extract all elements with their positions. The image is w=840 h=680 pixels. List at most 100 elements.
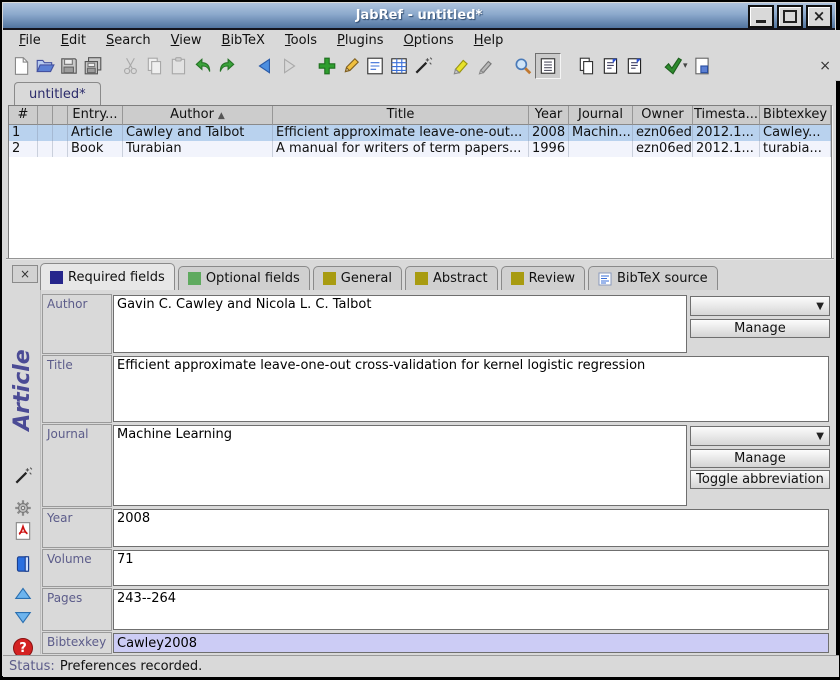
menu-help[interactable]: Help xyxy=(464,32,514,49)
col-header-author[interactable]: Author▲ xyxy=(123,106,273,125)
cell-bibtexkey: Cawley... xyxy=(760,125,831,141)
cell-year: 1996 xyxy=(529,141,569,157)
sidepane-close-icon[interactable]: × xyxy=(819,59,831,73)
col-header-flag1[interactable] xyxy=(38,106,53,125)
paste-icon[interactable] xyxy=(167,54,191,78)
close-button[interactable]: × xyxy=(806,5,832,28)
author-field[interactable]: Gavin C. Cawley and Nicola L. C. Talbot xyxy=(113,295,687,353)
unmark-entries-icon[interactable] xyxy=(473,54,497,78)
save-database-icon[interactable] xyxy=(57,54,81,78)
tab-abstract[interactable]: Abstract xyxy=(405,266,498,290)
mark-entries-icon[interactable] xyxy=(449,54,473,78)
menu-view[interactable]: View xyxy=(161,32,212,49)
col-header-year[interactable]: Year xyxy=(529,106,569,125)
col-header-title[interactable]: Title xyxy=(273,106,529,125)
external-file-icon[interactable] xyxy=(13,554,33,574)
menu-bibtex[interactable]: BibTeX xyxy=(212,32,275,49)
gear-icon[interactable] xyxy=(13,498,33,518)
undo-icon[interactable] xyxy=(191,54,215,78)
toggle-search-panel-icon[interactable] xyxy=(535,53,561,79)
table-row[interactable]: 1 Article Cawley and Talbot Efficient ap… xyxy=(9,125,831,141)
import-into-new-database-icon[interactable] xyxy=(599,54,623,78)
title-field[interactable]: Efficient approximate leave-one-out cros… xyxy=(113,356,829,422)
edit-entry-icon[interactable] xyxy=(339,54,363,78)
menu-bar: File Edit Search View BibTeX Tools Plugi… xyxy=(3,30,840,51)
new-database-icon[interactable] xyxy=(9,54,33,78)
col-header-journal[interactable]: Journal xyxy=(569,106,633,125)
col-header-timestamp[interactable]: Timesta... xyxy=(693,106,760,125)
minimize-icon xyxy=(756,20,766,23)
push-to-application-dropdown-icon[interactable]: ▾ xyxy=(683,61,688,71)
col-header-flag2[interactable] xyxy=(53,106,68,125)
pdf-viewer-icon[interactable] xyxy=(13,521,33,541)
author-word-combo[interactable]: ▼ xyxy=(690,296,830,316)
import-into-current-database-icon[interactable] xyxy=(623,54,647,78)
volume-field[interactable]: 71 xyxy=(113,550,829,586)
author-label: Author xyxy=(42,294,112,354)
window-frame: JabRef - untitled* × File Edit Search Vi… xyxy=(2,2,836,676)
cleanup-wand-icon[interactable] xyxy=(13,466,33,486)
cell-timestamp: 2012.1... xyxy=(693,141,760,157)
journal-label: Journal xyxy=(42,424,112,507)
table-row[interactable]: 2 Book Turabian A manual for writers of … xyxy=(9,141,831,157)
new-entry-icon[interactable] xyxy=(315,54,339,78)
save-all-databases-icon[interactable] xyxy=(81,54,105,78)
entry-table-header: # Entry... Author▲ Title Year Journal Ow… xyxy=(9,106,831,125)
menu-options[interactable]: Options xyxy=(394,32,464,49)
tab-label: Optional fields xyxy=(206,271,300,286)
pages-field[interactable]: 243--264 xyxy=(113,589,829,630)
editor-close-button[interactable]: × xyxy=(12,265,38,283)
titlebar[interactable]: JabRef - untitled* × xyxy=(3,3,835,30)
entry-table: # Entry... Author▲ Title Year Journal Ow… xyxy=(8,105,832,259)
forward-icon[interactable] xyxy=(277,54,301,78)
duplicate-entry-icon[interactable] xyxy=(575,54,599,78)
copy-icon[interactable] xyxy=(143,54,167,78)
database-tab-untitled[interactable]: untitled* xyxy=(14,82,101,105)
cell-entrytype: Book xyxy=(68,141,123,157)
col-header-bibtexkey[interactable]: Bibtexkey xyxy=(760,106,831,125)
editor-left-strip: Article ? xyxy=(6,290,41,654)
edit-preamble-icon[interactable] xyxy=(387,54,411,78)
year-field[interactable]: 2008 xyxy=(113,509,829,547)
col-header-entrytype[interactable]: Entry... xyxy=(68,106,123,125)
col-header-num[interactable]: # xyxy=(9,106,38,125)
menu-file[interactable]: File xyxy=(9,32,51,49)
bibtexkey-field[interactable] xyxy=(113,633,829,653)
cell-entrytype: Article xyxy=(68,125,123,141)
next-entry-icon[interactable] xyxy=(13,607,33,627)
col-header-owner[interactable]: Owner xyxy=(633,106,693,125)
menu-tools[interactable]: Tools xyxy=(275,32,327,49)
redo-icon[interactable] xyxy=(215,54,239,78)
toggle-abbreviation-button[interactable]: Toggle abbreviation xyxy=(690,470,830,489)
entry-editor: × Required fields Optional fields Genera… xyxy=(6,258,834,656)
review-tab-icon xyxy=(511,272,524,285)
back-icon[interactable] xyxy=(253,54,277,78)
journal-field[interactable]: Machine Learning xyxy=(113,425,687,506)
author-manage-button[interactable]: Manage xyxy=(690,319,830,338)
menu-edit[interactable]: Edit xyxy=(51,32,96,49)
cut-icon[interactable] xyxy=(119,54,143,78)
menu-plugins[interactable]: Plugins xyxy=(327,32,394,49)
write-xmp-icon[interactable] xyxy=(690,54,714,78)
tab-optional-fields[interactable]: Optional fields xyxy=(178,266,310,290)
push-to-application-icon[interactable] xyxy=(661,54,685,78)
journal-word-combo[interactable]: ▼ xyxy=(690,426,830,446)
author-header-label: Author xyxy=(170,107,214,122)
edit-strings-icon[interactable] xyxy=(363,54,387,78)
journal-manage-button[interactable]: Manage xyxy=(690,449,830,468)
tab-general[interactable]: General xyxy=(313,266,402,290)
maximize-button[interactable] xyxy=(777,5,803,28)
tab-required-fields[interactable]: Required fields xyxy=(40,263,175,290)
cleanup-entries-icon[interactable] xyxy=(411,54,435,78)
required-fields-icon xyxy=(50,271,63,284)
status-bar: Status: Preferences recorded. xyxy=(3,655,839,677)
tab-review[interactable]: Review xyxy=(501,266,585,290)
tab-bibtex-source[interactable]: BibTeX source xyxy=(588,266,718,290)
previous-entry-icon[interactable] xyxy=(13,584,33,604)
cell-flag2 xyxy=(53,141,68,157)
minimize-button[interactable] xyxy=(748,5,774,28)
menu-search[interactable]: Search xyxy=(96,32,161,49)
search-icon[interactable] xyxy=(511,54,535,78)
open-database-icon[interactable] xyxy=(33,54,57,78)
cell-author: Cawley and Talbot xyxy=(123,125,273,141)
